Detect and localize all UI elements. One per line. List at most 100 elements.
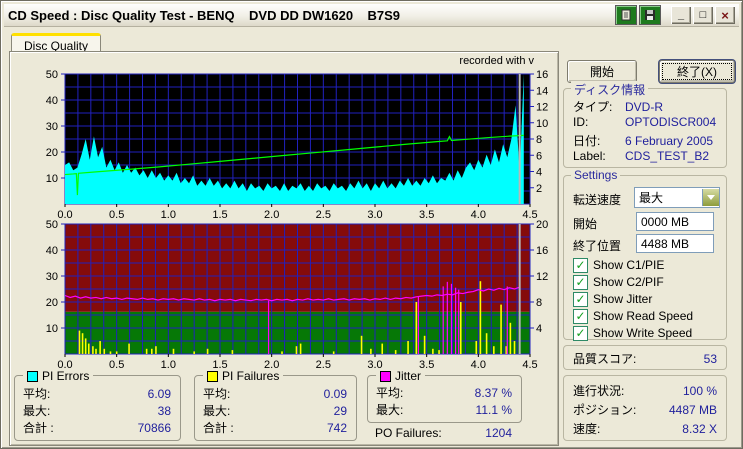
disc-info-group: ディスク情報 タイプ: DVD-R ID: OPTODISCR004 日付: 6 Fe… bbox=[563, 81, 727, 168]
start-button[interactable]: 開始 bbox=[567, 60, 637, 83]
field-label: 進行状況: bbox=[573, 384, 625, 398]
stat-row: 合計 : 70866 bbox=[23, 420, 171, 436]
progress-row: ポジション: 4487 MB bbox=[573, 401, 717, 418]
stat-label: 最大: bbox=[376, 403, 404, 417]
stat-row: 最大: 11.1 % bbox=[376, 402, 512, 418]
stat-row: 平均: 0.09 bbox=[203, 386, 347, 402]
app-window: CD Speed : Disc Quality Test - BENQ DVD … bbox=[0, 0, 743, 449]
disc-info-title: ディスク情報 bbox=[571, 81, 649, 98]
checkbox-show-read-speed[interactable]: ✓ Show Read Speed bbox=[573, 308, 694, 324]
floppy-disk-icon bbox=[644, 9, 656, 21]
field-label: タイプ: bbox=[573, 100, 613, 114]
pi-errors-color-chip bbox=[27, 370, 38, 382]
stat-label: 平均: bbox=[376, 386, 404, 400]
disc-quality-page: recorded with v 0.0 0.5 1.0 1.5 2.0 2.5 3.0 3.5… bbox=[9, 51, 559, 446]
svg-text:4: 4 bbox=[536, 167, 542, 179]
disc-info-row: 日付: 6 February 2005 bbox=[573, 132, 717, 149]
svg-text:50: 50 bbox=[46, 69, 58, 81]
svg-text:40: 40 bbox=[46, 95, 58, 107]
checkbox-label: Show Read Speed bbox=[593, 309, 694, 323]
copy-chart-button[interactable] bbox=[615, 5, 637, 25]
checkbox-show-c1-pie[interactable]: ✓ Show C1/PIE bbox=[573, 257, 664, 273]
control-panel: 開始 終了(X) ディスク情報 タイプ: DVD-R ID: OPTODISCR00… bbox=[559, 51, 740, 444]
svg-text:8: 8 bbox=[536, 297, 542, 309]
stat-row: 最大: 29 bbox=[203, 403, 347, 419]
stat-row: 平均: 8.37 % bbox=[376, 385, 512, 401]
pi-errors-chart[interactable]: 0.0 0.5 1.0 1.5 2.0 2.5 3.0 3.5 4.0 4.51020304050… bbox=[10, 66, 558, 221]
pif-jitter-chart[interactable]: 0.0 0.5 1.0 1.5 2.0 2.5 3.0 3.5 4.0 4.51020304050… bbox=[10, 219, 558, 371]
stat-row: 平均: 6.09 bbox=[23, 386, 171, 402]
svg-text:10: 10 bbox=[46, 173, 58, 185]
svg-text:40: 40 bbox=[46, 245, 58, 257]
pi-errors-stats-group: PI Errors 平均: 6.09 最大: 38 合計 : 70866 bbox=[14, 369, 181, 441]
field-value: DVD-R bbox=[625, 99, 663, 114]
save-chart-button[interactable] bbox=[639, 5, 661, 25]
minimize-button[interactable]: _ bbox=[671, 6, 691, 24]
field-value: CDS_TEST_B2 bbox=[625, 149, 710, 163]
combo-dropdown-button[interactable] bbox=[702, 189, 719, 206]
stat-row: 最大: 38 bbox=[23, 403, 171, 419]
transfer-speed-value: 最大 bbox=[639, 191, 664, 205]
jitter-title: Jitter bbox=[395, 369, 422, 383]
svg-text:20: 20 bbox=[46, 297, 58, 309]
pi-failures-stats-group: PI Failures 平均: 0.09 最大: 29 合計 : 742 bbox=[194, 369, 357, 441]
disc-info-row: Label: CDS_TEST_B2 bbox=[573, 149, 717, 163]
quality-score-row: 品質スコア: 53 bbox=[573, 350, 717, 367]
title-bar[interactable]: CD Speed : Disc Quality Test - BENQ DVD … bbox=[4, 4, 739, 27]
transfer-speed-label: 転送速度 bbox=[573, 193, 622, 207]
checkbox-icon: ✓ bbox=[573, 257, 588, 273]
svg-text:10: 10 bbox=[536, 118, 548, 130]
maximize-button[interactable]: □ bbox=[693, 6, 713, 24]
stat-row: 合計 : 742 bbox=[203, 420, 347, 436]
start-pos-input[interactable] bbox=[636, 212, 714, 231]
svg-text:2: 2 bbox=[536, 183, 542, 195]
checkbox-label: Show Write Speed bbox=[593, 326, 693, 340]
checkbox-icon: ✓ bbox=[573, 274, 588, 290]
stat-value: 8.37 % bbox=[474, 385, 512, 400]
jitter-color-chip bbox=[380, 370, 391, 382]
chevron-down-icon bbox=[707, 195, 715, 200]
checkbox-show-c2-pif[interactable]: ✓ Show C2/PIF bbox=[573, 274, 664, 290]
settings-title: Settings bbox=[571, 168, 621, 182]
end-pos-input[interactable] bbox=[636, 234, 714, 253]
checkbox-show-jitter[interactable]: ✓ Show Jitter bbox=[573, 291, 652, 307]
transfer-speed-select[interactable]: 最大 bbox=[634, 187, 720, 208]
close-button[interactable]: × bbox=[715, 6, 735, 24]
stat-label: 最大: bbox=[23, 404, 51, 418]
svg-text:6: 6 bbox=[536, 150, 542, 162]
disc-info-row: ID: OPTODISCR004 bbox=[573, 115, 717, 129]
field-value: 100 % bbox=[682, 383, 717, 398]
stats-row: PI Errors 平均: 6.09 最大: 38 合計 : 70866 PI Fai… bbox=[10, 369, 558, 443]
pi-failures-color-chip bbox=[207, 370, 218, 382]
progress-row: 進行状況: 100 % bbox=[573, 382, 717, 399]
quality-score-group: 品質スコア: 53 bbox=[563, 345, 727, 370]
jitter-legend: Jitter bbox=[376, 369, 426, 383]
field-value: 6 February 2005 bbox=[625, 133, 714, 148]
end-pos-label: 終了位置 bbox=[573, 239, 622, 253]
svg-text:4: 4 bbox=[536, 323, 542, 335]
stat-value: 6.09 bbox=[147, 386, 171, 401]
svg-text:50: 50 bbox=[46, 219, 58, 231]
checkbox-label: Show C2/PIF bbox=[593, 275, 664, 289]
progress-group: 進行状況: 100 % ポジション: 4487 MB 速度: 8.32 X bbox=[563, 375, 727, 441]
quality-score-value: 53 bbox=[703, 351, 717, 366]
pi-failures-title: PI Failures bbox=[222, 369, 280, 383]
window-title: CD Speed : Disc Quality Test - BENQ DVD … bbox=[8, 7, 401, 23]
exit-button[interactable]: 終了(X) bbox=[659, 60, 735, 83]
svg-text:12: 12 bbox=[536, 102, 548, 114]
svg-text:14: 14 bbox=[536, 85, 548, 97]
clipboard-icon bbox=[620, 9, 632, 21]
checkbox-icon: ✓ bbox=[573, 308, 588, 324]
pi-errors-legend: PI Errors bbox=[23, 369, 94, 383]
svg-text:12: 12 bbox=[536, 271, 548, 283]
stat-value: 0.09 bbox=[323, 386, 347, 401]
checkbox-icon: ✓ bbox=[573, 291, 588, 307]
stat-value: 70866 bbox=[137, 420, 171, 435]
field-value: 4487 MB bbox=[668, 402, 717, 417]
checkbox-show-write-speed[interactable]: ✓ Show Write Speed bbox=[573, 325, 693, 341]
start-pos-label: 開始 bbox=[573, 217, 598, 231]
svg-text:8: 8 bbox=[536, 134, 542, 146]
pi-errors-title: PI Errors bbox=[42, 369, 90, 383]
svg-text:20: 20 bbox=[536, 219, 548, 231]
svg-text:30: 30 bbox=[46, 121, 58, 133]
